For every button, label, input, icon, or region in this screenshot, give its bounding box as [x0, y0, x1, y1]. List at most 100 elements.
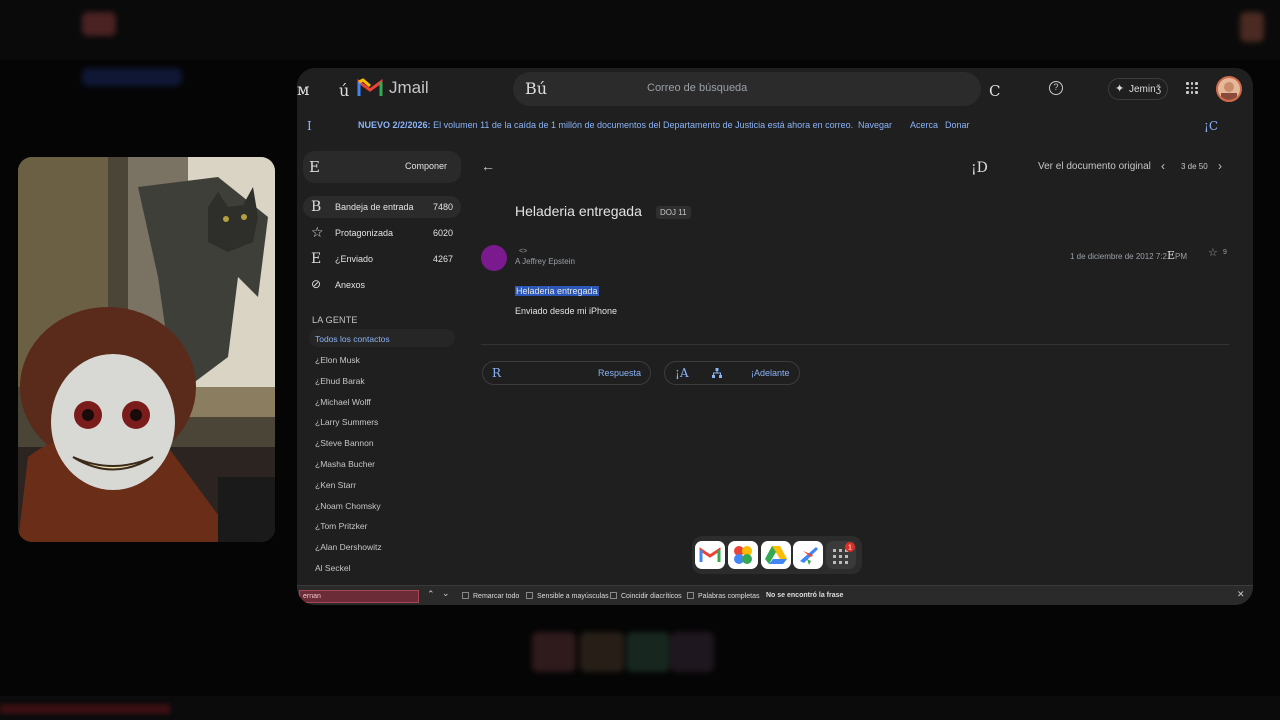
sidebar-item-sent[interactable]: E ¿Enviado 4267: [303, 248, 461, 270]
forward-icon: ¡A: [675, 366, 689, 380]
banner-link-donar[interactable]: Donar: [945, 120, 970, 130]
banner-close-icon[interactable]: ¡C: [1204, 119, 1218, 133]
sidebar-item-inbox[interactable]: B Bandeja de entrada 7480: [303, 196, 461, 218]
contact-label: ¿Noam Chomsky: [315, 501, 381, 511]
gemini-button[interactable]: ✦ Jeminǯ: [1108, 78, 1168, 100]
background-dock-app: [580, 632, 624, 672]
announcement-banner: I NUEVO 2/2/2026: El volumen 11 de la ca…: [297, 114, 1253, 138]
reply-button[interactable]: R Respuesta: [482, 361, 651, 385]
contact-label: ¿Masha Bucher: [315, 459, 375, 469]
forward-label: ¡Adelante: [751, 368, 790, 378]
banner-link-navegar[interactable]: Navegar: [858, 120, 892, 130]
option-label: Coincidir diacríticos: [621, 593, 682, 600]
forward-button[interactable]: ¡A ¡Adelante: [664, 361, 800, 385]
checkbox[interactable]: [610, 592, 617, 599]
apps-launcher-icon[interactable]: 1: [826, 541, 856, 569]
contact-all[interactable]: Todos los contactos: [309, 329, 455, 347]
gemini-label: Jeminǯ: [1129, 84, 1162, 95]
account-avatar[interactable]: [1216, 76, 1242, 102]
find-prev-icon[interactable]: ⌃: [427, 589, 435, 600]
checkbox[interactable]: [687, 592, 694, 599]
back-arrow-icon[interactable]: ←: [481, 158, 495, 174]
find-status: No se encontró la frase: [766, 592, 844, 599]
sidebar-item-attachments[interactable]: ⊘ Anexos: [303, 274, 461, 296]
find-bar: ernan ⌃ ⌄ Remarcar todo Sensible a mayús…: [297, 585, 1253, 605]
compose-button[interactable]: E Componer: [303, 151, 461, 183]
people-section-title: LA GENTE: [312, 315, 358, 325]
compose-icon: E: [309, 158, 320, 176]
message-subject: Heladeria entregada: [515, 203, 642, 219]
find-input[interactable]: ernan: [299, 590, 419, 603]
next-message-icon[interactable]: ›: [1218, 159, 1222, 173]
sender-avatar: [481, 245, 507, 271]
prev-message-icon[interactable]: ‹: [1161, 159, 1165, 173]
inbox-icon: B: [311, 199, 322, 215]
contact-item[interactable]: ¿Larry Summers: [309, 412, 455, 430]
find-next-icon[interactable]: ⌄: [442, 588, 450, 599]
sidebar-item-label: Protagonizada: [335, 228, 394, 238]
divider: [481, 344, 1229, 345]
banner-link-acerca[interactable]: Acerca: [910, 120, 938, 130]
contact-item[interactable]: ¿Ken Starr: [309, 475, 455, 493]
notification-badge: 1: [848, 545, 852, 552]
sidebar-item-starred[interactable]: ☆ Protagonizada 6020: [303, 222, 461, 244]
sidebar-item-count: 4267: [432, 254, 453, 264]
gmail-app-icon[interactable]: [695, 541, 725, 569]
star-icon[interactable]: ☆: [1208, 246, 1218, 259]
contact-label: ¿Tom Pritzker: [315, 521, 368, 531]
pager-text: 3 de 50: [1181, 162, 1208, 171]
share-tree-icon: [712, 368, 722, 378]
match-diacritics-option[interactable]: Coincidir diacríticos: [610, 592, 682, 600]
toolbar-glyph[interactable]: ¡D: [971, 160, 988, 176]
contact-item[interactable]: Al Seckel: [309, 558, 455, 576]
contact-item[interactable]: ¿Alan Dershowitz: [309, 537, 455, 555]
reply-label: Respuesta: [598, 368, 642, 378]
contact-item[interactable]: ¿Ehud Barak: [309, 371, 455, 389]
menu-glyph[interactable]: м: [297, 80, 309, 99]
checkbox[interactable]: [526, 592, 533, 599]
date-suffix: PM: [1175, 252, 1187, 261]
webcam-image: [18, 157, 275, 542]
search-icon[interactable]: Bú: [525, 79, 547, 98]
sidebar-item-label: Bandeja de entrada: [335, 202, 414, 212]
app-name[interactable]: Jmail: [389, 78, 429, 98]
contact-item[interactable]: ¿Tom Pritzker: [309, 516, 455, 534]
contact-item[interactable]: ¿Steve Bannon: [309, 433, 455, 451]
flights-app-icon[interactable]: [793, 541, 823, 569]
option-label: Sensible a mayúsculas: [537, 593, 609, 600]
jmail-logo-icon[interactable]: [357, 78, 383, 98]
star-count: 9: [1223, 249, 1227, 256]
highlight-all-option[interactable]: Remarcar todo: [462, 592, 519, 600]
contact-label: ¿Ehud Barak: [315, 376, 365, 386]
contact-label: ¿Steve Bannon: [315, 438, 374, 448]
photos-app-icon[interactable]: [728, 541, 758, 569]
app-dock: 1: [692, 536, 862, 574]
paperclip-icon: ⊘: [311, 277, 322, 291]
find-close-icon[interactable]: ✕: [1237, 589, 1245, 600]
option-label: Remarcar todo: [473, 593, 520, 600]
view-original-link[interactable]: Ver el documento original: [1038, 161, 1151, 172]
search-input[interactable]: Correo de búsqueda: [647, 82, 747, 94]
contact-label: ¿Ken Starr: [315, 480, 357, 490]
reply-icon: R: [492, 366, 502, 380]
option-label: Palabras completas: [698, 593, 760, 600]
drive-app-icon[interactable]: [761, 541, 791, 569]
date-text: 1 de diciembre de 2012 7:2: [1070, 252, 1167, 261]
jmail-window: м ú Jmail Bú Correo de búsqueda C ? ✦ Je…: [297, 68, 1253, 605]
contact-item[interactable]: ¿Michael Wolff: [309, 392, 455, 410]
contact-item[interactable]: ¿Elon Musk: [309, 350, 455, 368]
checkbox[interactable]: [462, 592, 469, 599]
background-dock-app: [532, 632, 576, 672]
doj-tag[interactable]: DOJ 11: [656, 206, 691, 219]
background-logo: [82, 12, 116, 36]
match-case-option[interactable]: Sensible a mayúsculas: [526, 592, 609, 600]
search-bar[interactable]: Bú Correo de búsqueda: [513, 72, 981, 106]
search-options-icon[interactable]: C: [989, 82, 1000, 100]
help-icon[interactable]: ?: [1049, 81, 1063, 95]
apps-grid-icon[interactable]: [1186, 82, 1198, 94]
contact-item[interactable]: ¿Masha Bucher: [309, 454, 455, 472]
whole-words-option[interactable]: Palabras completas: [687, 592, 759, 600]
contact-label: Al Seckel: [315, 563, 351, 573]
banner-text: El volumen 11 de la caída de 1 millón de…: [433, 120, 854, 130]
contact-item[interactable]: ¿Noam Chomsky: [309, 496, 455, 514]
